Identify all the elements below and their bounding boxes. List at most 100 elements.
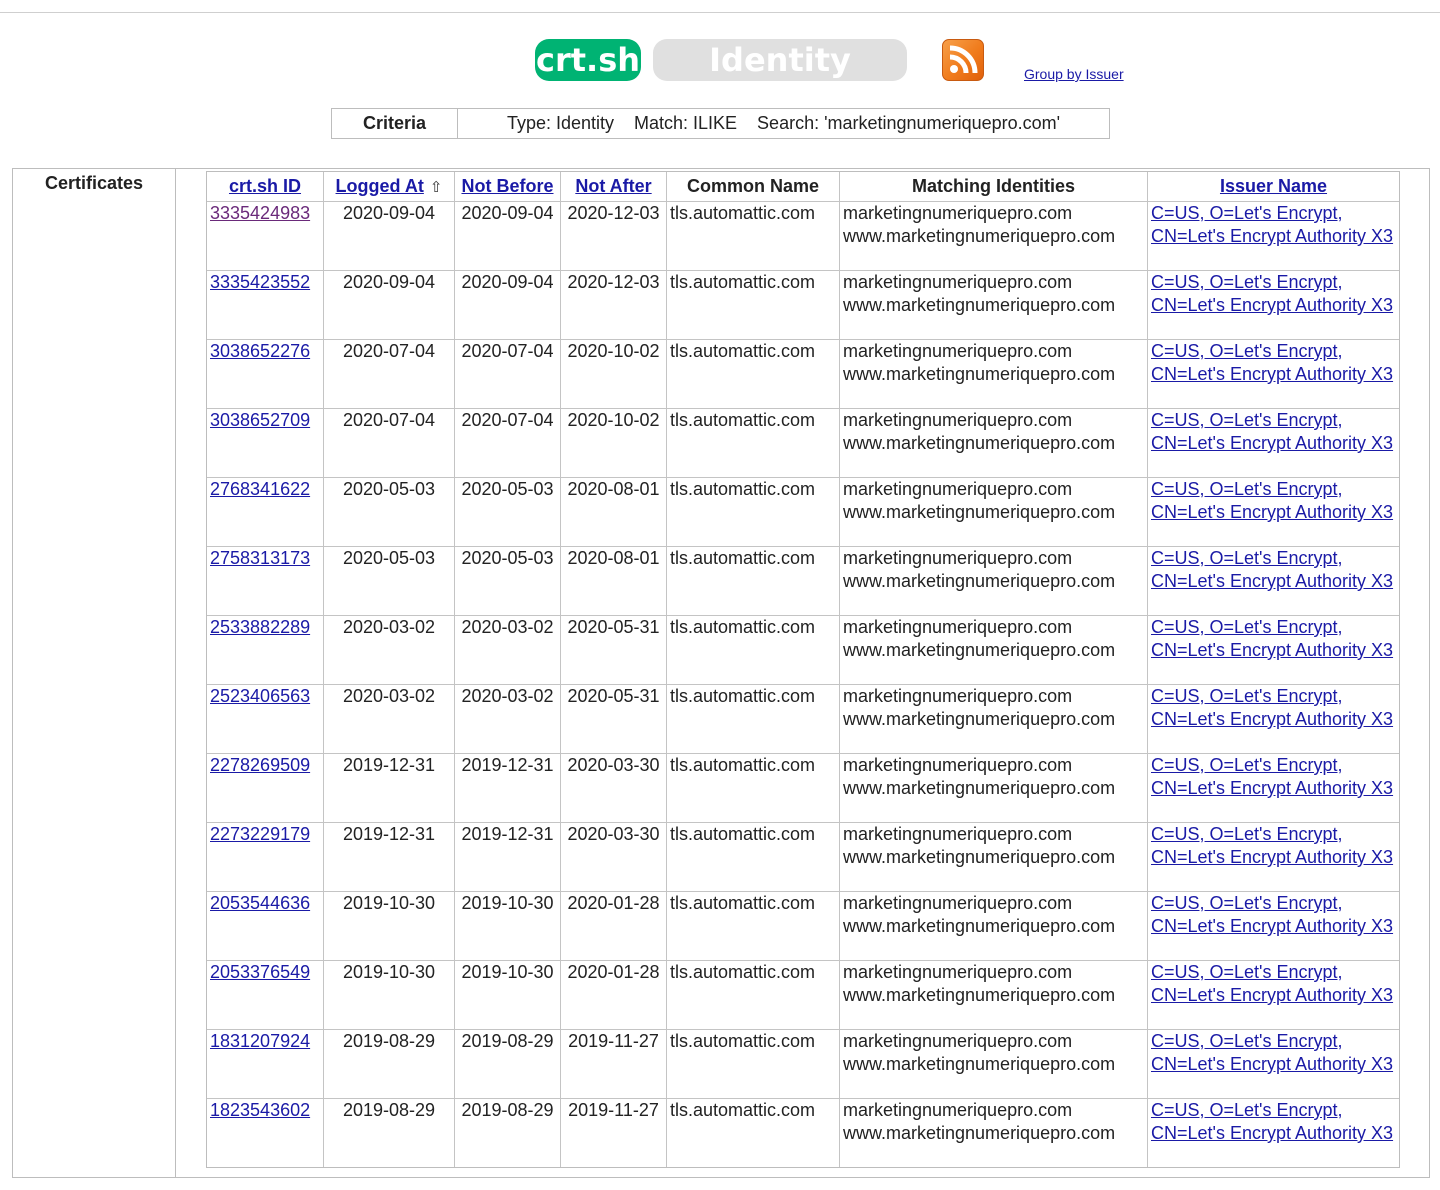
issuer-link[interactable]: C=US, O=Let's Encrypt, CN=Let's Encrypt … <box>1151 617 1393 660</box>
issuer-link[interactable]: C=US, O=Let's Encrypt, CN=Let's Encrypt … <box>1151 272 1393 315</box>
logged-at-cell: 2020-03-02 <box>324 685 455 754</box>
logged-at-cell: 2020-05-03 <box>324 547 455 616</box>
col-header-not-after[interactable]: Not After <box>561 172 667 202</box>
matching-identities-cell: marketingnumeriquepro.com www.marketingnu… <box>840 340 1148 409</box>
table-row: 2533882289 2020-03-02 2020-03-02 2020-05-31… <box>207 616 1399 685</box>
certificates-table: crt.sh ID Logged At ⇧ Not Before Not Afte… <box>206 171 1400 1168</box>
logged-at-cell: 2020-07-04 <box>324 340 455 409</box>
results-side-cell: Certificates <box>13 169 176 1177</box>
matching-identities-cell: marketingnumeriquepro.com www.marketingnu… <box>840 961 1148 1030</box>
criteria-value: Type: Identity Match: ILIKE Search: 'mar… <box>506 113 1061 133</box>
not-before-cell: 2019-12-31 <box>455 754 561 823</box>
common-name-cell: tls.automattic.com <box>667 478 840 547</box>
not-before-cell: 2019-08-29 <box>455 1030 561 1099</box>
table-row: 3335423552 2020-09-04 2020-09-04 2020-12-03… <box>207 271 1399 340</box>
table-row: 2278269509 2019-12-31 2019-12-31 2020-03-30… <box>207 754 1399 823</box>
issuer-link[interactable]: C=US, O=Let's Encrypt, CN=Let's Encrypt … <box>1151 893 1393 936</box>
not-after-cell: 2019-11-27 <box>561 1099 667 1167</box>
cert-id-link[interactable]: 2278269509 <box>210 755 310 775</box>
cert-id-link[interactable]: 2768341622 <box>210 479 310 499</box>
not-after-cell: 2020-10-02 <box>561 409 667 478</box>
col-header-common-name: Common Name <box>667 172 840 202</box>
logged-at-cell: 2020-09-04 <box>324 271 455 340</box>
not-after-cell: 2020-12-03 <box>561 202 667 271</box>
table-row: 2758313173 2020-05-03 2020-05-03 2020-08-01… <box>207 547 1399 616</box>
cert-id-link[interactable]: 2273229179 <box>210 824 310 844</box>
identity-line: marketingnumeriquepro.com <box>843 686 1073 706</box>
col-header-id[interactable]: crt.sh ID <box>207 172 324 202</box>
identity-line: www.marketingnumeriquepro.com <box>843 640 1116 660</box>
issuer-link[interactable]: C=US, O=Let's Encrypt, CN=Let's Encrypt … <box>1151 203 1393 246</box>
criteria-label: Criteria <box>332 109 458 138</box>
issuer-link[interactable]: C=US, O=Let's Encrypt, CN=Let's Encrypt … <box>1151 824 1393 867</box>
issuer-link[interactable]: C=US, O=Let's Encrypt, CN=Let's Encrypt … <box>1151 1031 1393 1074</box>
col-header-matching-identities: Matching Identities <box>840 172 1148 202</box>
cert-id-link[interactable]: 3335424983 <box>210 203 310 223</box>
issuer-link[interactable]: C=US, O=Let's Encrypt, CN=Let's Encrypt … <box>1151 479 1393 522</box>
logged-at-cell: 2019-10-30 <box>324 961 455 1030</box>
group-by-issuer-link[interactable]: Group by Issuer <box>1024 66 1124 82</box>
cert-id-link[interactable]: 2533882289 <box>210 617 310 637</box>
cert-id-cell: 2768341622 <box>207 478 324 547</box>
logged-at-cell: 2020-05-03 <box>324 478 455 547</box>
not-after-cell: 2020-12-03 <box>561 271 667 340</box>
cert-id-link[interactable]: 1831207924 <box>210 1031 310 1051</box>
identity-line: www.marketingnumeriquepro.com <box>843 1054 1116 1074</box>
identity-line: marketingnumeriquepro.com <box>843 272 1073 292</box>
cert-id-link[interactable]: 2758313173 <box>210 548 310 568</box>
cert-id-cell: 2053376549 <box>207 961 324 1030</box>
cert-id-link[interactable]: 1823543602 <box>210 1100 310 1120</box>
col-header-logged[interactable]: Logged At ⇧ <box>324 172 455 202</box>
common-name-cell: tls.automattic.com <box>667 1099 840 1167</box>
issuer-link[interactable]: C=US, O=Let's Encrypt, CN=Let's Encrypt … <box>1151 1100 1393 1143</box>
cert-id-cell: 1831207924 <box>207 1030 324 1099</box>
issuer-link[interactable]: C=US, O=Let's Encrypt, CN=Let's Encrypt … <box>1151 962 1393 1005</box>
issuer-link[interactable]: C=US, O=Let's Encrypt, CN=Let's Encrypt … <box>1151 548 1393 591</box>
cert-id-cell: 3335423552 <box>207 271 324 340</box>
issuer-link[interactable]: C=US, O=Let's Encrypt, CN=Let's Encrypt … <box>1151 341 1393 384</box>
crtsh-logo[interactable]: crt.sh <box>535 39 641 81</box>
issuer-cell: C=US, O=Let's Encrypt, CN=Let's Encrypt … <box>1148 547 1399 616</box>
matching-identities-cell: marketingnumeriquepro.com www.marketingnu… <box>840 616 1148 685</box>
logged-at-cell: 2020-09-04 <box>324 202 455 271</box>
cert-id-link[interactable]: 3335423552 <box>210 272 310 292</box>
cert-id-cell: 2053544636 <box>207 892 324 961</box>
issuer-link[interactable]: C=US, O=Let's Encrypt, CN=Let's Encrypt … <box>1151 410 1393 453</box>
cert-id-cell: 2523406563 <box>207 685 324 754</box>
cert-id-link[interactable]: 3038652709 <box>210 410 310 430</box>
sort-by-issuer-link[interactable]: Issuer Name <box>1220 176 1327 196</box>
identity-line: marketingnumeriquepro.com <box>843 755 1073 775</box>
issuer-cell: C=US, O=Let's Encrypt, CN=Let's Encrypt … <box>1148 271 1399 340</box>
identity-line: marketingnumeriquepro.com <box>843 1100 1073 1120</box>
cert-id-link[interactable]: 2053376549 <box>210 962 310 982</box>
issuer-cell: C=US, O=Let's Encrypt, CN=Let's Encrypt … <box>1148 892 1399 961</box>
issuer-cell: C=US, O=Let's Encrypt, CN=Let's Encrypt … <box>1148 961 1399 1030</box>
cert-id-link[interactable]: 2523406563 <box>210 686 310 706</box>
page-title: Identity Search <box>653 39 907 121</box>
col-header-not-before[interactable]: Not Before <box>455 172 561 202</box>
issuer-cell: C=US, O=Let's Encrypt, CN=Let's Encrypt … <box>1148 202 1399 271</box>
cert-id-link[interactable]: 2053544636 <box>210 893 310 913</box>
not-after-cell: 2020-01-28 <box>561 892 667 961</box>
identity-line: marketingnumeriquepro.com <box>843 962 1073 982</box>
table-row: 3038652276 2020-07-04 2020-07-04 2020-10-02… <box>207 340 1399 409</box>
col-header-issuer[interactable]: Issuer Name <box>1148 172 1399 202</box>
logged-at-cell: 2020-07-04 <box>324 409 455 478</box>
sort-by-not-after-link[interactable]: Not After <box>575 176 651 196</box>
cert-id-link[interactable]: 3038652276 <box>210 341 310 361</box>
sort-by-logged-link[interactable]: Logged At <box>336 176 424 196</box>
issuer-cell: C=US, O=Let's Encrypt, CN=Let's Encrypt … <box>1148 340 1399 409</box>
not-before-cell: 2020-07-04 <box>455 409 561 478</box>
sort-by-id-link[interactable]: crt.sh ID <box>229 176 301 196</box>
matching-identities-cell: marketingnumeriquepro.com www.marketingnu… <box>840 685 1148 754</box>
rss-feed-icon[interactable] <box>942 39 984 81</box>
issuer-link[interactable]: C=US, O=Let's Encrypt, CN=Let's Encrypt … <box>1151 686 1393 729</box>
table-row: 1823543602 2019-08-29 2019-08-29 2019-11-27… <box>207 1099 1399 1167</box>
identity-line: www.marketingnumeriquepro.com <box>843 571 1116 591</box>
section-label: Certificates <box>44 173 144 193</box>
issuer-link[interactable]: C=US, O=Let's Encrypt, CN=Let's Encrypt … <box>1151 755 1393 798</box>
logged-at-cell: 2019-10-30 <box>324 892 455 961</box>
common-name-cell: tls.automattic.com <box>667 202 840 271</box>
sort-by-not-before-link[interactable]: Not Before <box>461 176 553 196</box>
matching-identities-cell: marketingnumeriquepro.com www.marketingnu… <box>840 823 1148 892</box>
